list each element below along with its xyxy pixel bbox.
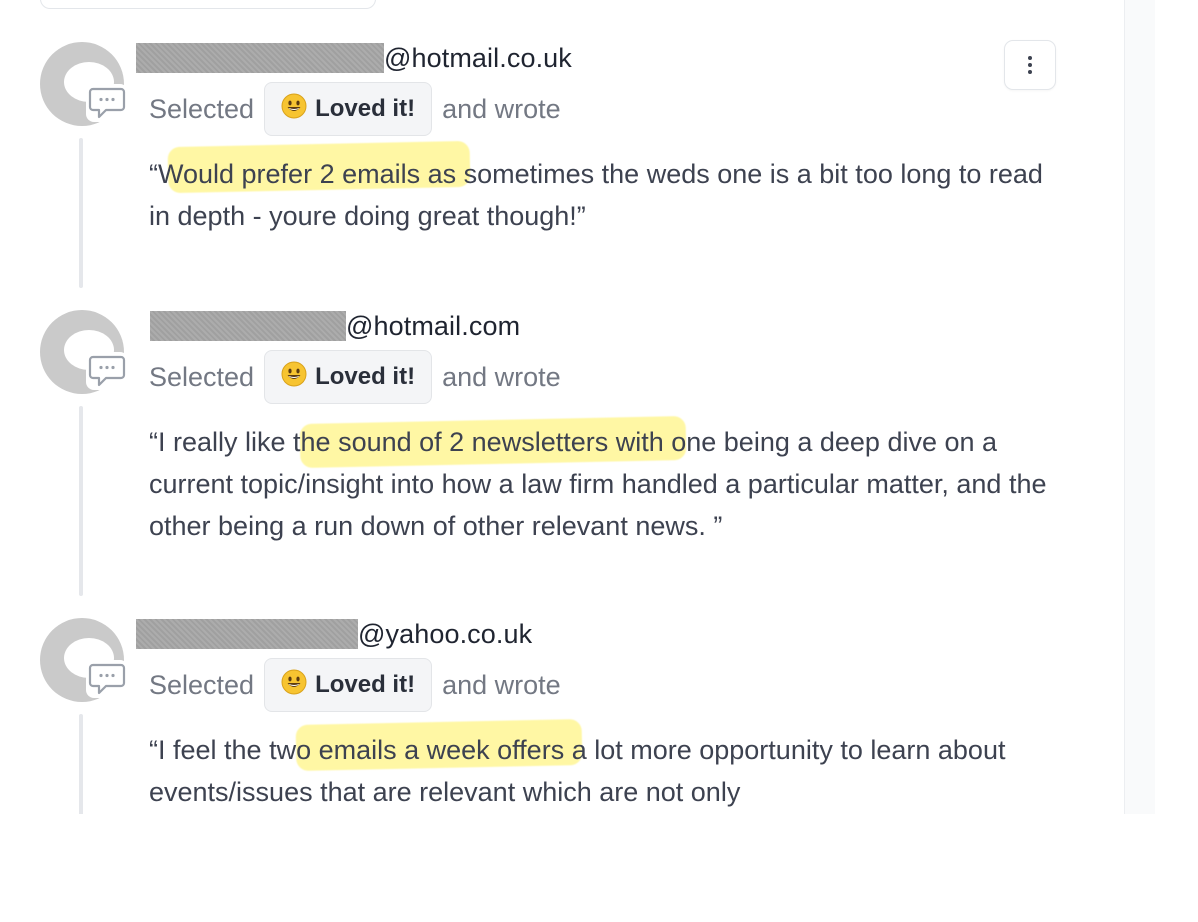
selected-label: Selected bbox=[149, 93, 255, 124]
wrote-label: and wrote bbox=[442, 93, 561, 124]
right-sidebar-edge bbox=[1124, 0, 1155, 814]
previous-card-edge bbox=[40, 0, 376, 9]
reaction-chip[interactable]: Loved it! bbox=[264, 658, 433, 712]
respondent-email: @hotmail.com bbox=[136, 310, 520, 342]
grinning-face-icon bbox=[281, 93, 307, 126]
response-comment: “I feel the two emails a week offers a l… bbox=[149, 735, 1006, 807]
redacted-email-name bbox=[150, 311, 346, 341]
selected-label: Selected bbox=[149, 669, 255, 700]
response-entry: @hotmail.com Selected Loved it! and wrot… bbox=[0, 310, 1110, 600]
reaction-chip[interactable]: Loved it! bbox=[264, 82, 433, 136]
thread-line bbox=[79, 138, 83, 288]
reaction-label: Loved it! bbox=[315, 363, 416, 390]
response-comment: “I really like the sound of 2 newsletter… bbox=[149, 427, 1047, 541]
comment-bubble-icon bbox=[86, 352, 128, 390]
thread-line bbox=[79, 714, 83, 814]
more-vertical-icon bbox=[1028, 56, 1032, 74]
reaction-summary: Selected Loved it! and wrote bbox=[149, 82, 561, 136]
response-comment: “Would prefer 2 emails as sometimes the … bbox=[149, 159, 1043, 231]
redacted-email-name bbox=[136, 43, 384, 73]
respondent-email: @yahoo.co.uk bbox=[136, 618, 532, 650]
reaction-label: Loved it! bbox=[315, 95, 416, 122]
wrote-label: and wrote bbox=[442, 361, 561, 392]
reaction-label: Loved it! bbox=[315, 671, 416, 698]
more-options-button[interactable] bbox=[1004, 40, 1056, 90]
redacted-email-name bbox=[136, 619, 358, 649]
thread-line bbox=[79, 406, 83, 596]
reaction-summary: Selected Loved it! and wrote bbox=[149, 350, 561, 404]
responses-panel: @hotmail.co.uk Selected Loved it! and wr… bbox=[0, 0, 1198, 814]
selected-label: Selected bbox=[149, 361, 255, 392]
email-domain: @yahoo.co.uk bbox=[358, 618, 533, 649]
response-entry: @hotmail.co.uk Selected Loved it! and wr… bbox=[0, 40, 1110, 292]
grinning-face-icon bbox=[281, 669, 307, 702]
wrote-label: and wrote bbox=[442, 669, 561, 700]
email-domain: @hotmail.co.uk bbox=[384, 42, 572, 73]
comment-bubble-icon bbox=[86, 84, 128, 122]
reaction-chip[interactable]: Loved it! bbox=[264, 350, 433, 404]
response-entry: @yahoo.co.uk Selected Loved it! and wrot… bbox=[0, 618, 1110, 814]
reaction-summary: Selected Loved it! and wrote bbox=[149, 658, 561, 712]
grinning-face-icon bbox=[281, 361, 307, 394]
email-domain: @hotmail.com bbox=[346, 310, 521, 341]
comment-bubble-icon bbox=[86, 660, 128, 698]
respondent-email: @hotmail.co.uk bbox=[136, 42, 572, 74]
